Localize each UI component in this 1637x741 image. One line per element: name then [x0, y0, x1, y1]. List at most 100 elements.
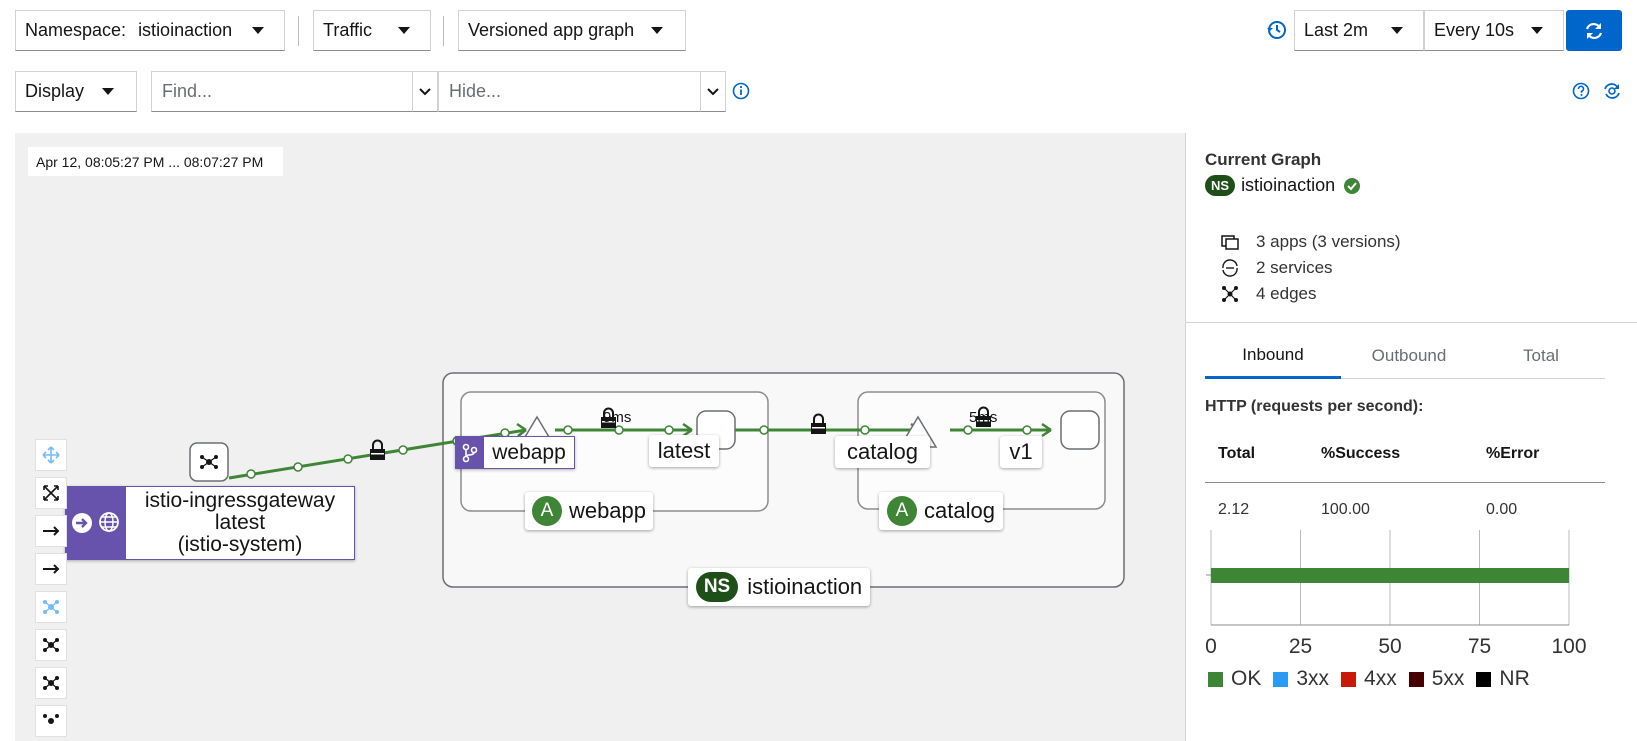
tick-label: 0 [1205, 635, 1217, 658]
apps-icon [1221, 235, 1239, 250]
cell-success: 100.00 [1321, 501, 1370, 518]
legend-label: 3xx [1296, 667, 1330, 690]
catalog-latency-label: 5ms [969, 409, 998, 426]
layout-tool-2[interactable] [35, 553, 67, 585]
branch-icon [462, 443, 478, 462]
refresh-interval-label: Every 10s [1434, 20, 1515, 40]
hide-input[interactable]: Hide... [438, 71, 701, 112]
col-header-total: Total [1218, 445, 1256, 462]
divider [1186, 322, 1637, 323]
layout-tool-4[interactable] [35, 629, 67, 661]
catalog-app-label[interactable]: A catalog [879, 492, 1003, 530]
topology-icon [43, 600, 59, 614]
arrow-right-icon [43, 564, 60, 574]
display-dropdown[interactable]: Display [15, 71, 137, 112]
replay-icon[interactable] [1602, 81, 1622, 101]
services-icon [1222, 259, 1238, 277]
panel-namespace[interactable]: NS istioinaction [1205, 175, 1361, 196]
help-icon[interactable] [1572, 82, 1590, 100]
check-circle-icon [1344, 177, 1361, 194]
hide-options-button[interactable] [700, 71, 726, 112]
legend-label: OK [1231, 667, 1262, 690]
catalog-version-label[interactable]: v1 [1000, 436, 1042, 468]
namespace-badge: NS [695, 572, 739, 602]
namespace-name: istioinaction [747, 574, 863, 599]
edges-icon [1222, 286, 1238, 302]
col-header-error: %Error [1486, 445, 1540, 462]
table-divider [1205, 482, 1605, 483]
legend-item[interactable]: 3xx [1273, 667, 1329, 691]
namespace-value: istioinaction [138, 20, 233, 40]
graph-type-dropdown[interactable]: Versioned app graph [458, 10, 686, 51]
traffic-label: Traffic [323, 20, 373, 40]
caret-down-icon [398, 27, 410, 34]
traffic-dropdown[interactable]: Traffic [313, 10, 431, 51]
graph-canvas[interactable]: Apr 12, 08:05:27 PM ... 08:07:27 PM 9ms … [15, 133, 1185, 741]
legend-swatch [1476, 671, 1492, 687]
legend-item[interactable]: OK [1208, 667, 1261, 691]
catalog-service-label[interactable]: catalog [835, 436, 930, 468]
chevron-down-icon [419, 87, 431, 95]
namespace-badge: NS [1205, 175, 1236, 196]
layout-tool-3[interactable] [35, 591, 67, 623]
legend-item[interactable]: NR [1476, 667, 1530, 691]
namespace-dropdown[interactable]: Namespace: istioinaction [15, 10, 285, 51]
info-icon[interactable] [732, 82, 750, 100]
chevron-down-icon [707, 87, 719, 95]
legend-item[interactable]: 4xx [1341, 667, 1397, 691]
app-badge: A [531, 496, 562, 526]
webapp-app-name: webapp [568, 498, 647, 523]
webapp-service-label[interactable]: webapp [455, 436, 575, 469]
tab-total[interactable]: Total [1477, 333, 1605, 379]
col-header-success: %Success [1321, 445, 1401, 462]
gateway-badge [66, 487, 126, 559]
time-range-dropdown[interactable]: Last 2m [1294, 10, 1424, 51]
globe-icon [98, 512, 119, 532]
refresh-interval-dropdown[interactable]: Every 10s [1424, 10, 1564, 51]
fit-tool[interactable] [35, 477, 67, 509]
move-icon [42, 446, 60, 464]
divider [443, 16, 444, 46]
services-count: 2 services [1256, 258, 1333, 277]
namespace-label[interactable]: NS istioinaction [688, 568, 870, 606]
summary-panel: Current Graph NS istioinaction 3 apps (3… [1185, 133, 1637, 741]
divider [298, 16, 299, 46]
webapp-version-label[interactable]: latest [649, 435, 719, 467]
gateway-namespace: (istio-system) [177, 533, 303, 556]
pan-tool[interactable] [35, 439, 67, 471]
legend-swatch [1408, 671, 1424, 687]
topology-icon [43, 676, 59, 690]
find-input[interactable]: Find... [151, 71, 413, 112]
layout-tool-1[interactable] [35, 515, 67, 547]
expand-icon [43, 485, 59, 501]
topology-icon [43, 638, 59, 652]
gateway-version: latest [214, 511, 266, 534]
chart-legend: OK 3xx 4xx 5xx NR [1208, 667, 1530, 691]
caret-down-icon [651, 27, 663, 34]
find-options-button[interactable] [412, 71, 438, 112]
edges-count: 4 edges [1256, 284, 1317, 303]
refresh-button[interactable] [1566, 10, 1622, 51]
legend-label: NR [1499, 667, 1530, 690]
cell-error: 0.00 [1486, 501, 1518, 518]
webapp-app-label[interactable]: A webapp [525, 492, 653, 530]
hide-placeholder: Hide... [449, 81, 502, 101]
legend-swatch [1208, 671, 1223, 687]
layout-tool-5[interactable] [35, 667, 67, 699]
tab-outbound[interactable]: Outbound [1341, 333, 1477, 379]
apps-count: 3 apps (3 versions) [1256, 232, 1401, 251]
gateway-label[interactable]: istio-ingressgateway latest (istio-syste… [65, 486, 355, 560]
legend-swatch [1341, 671, 1357, 687]
find-placeholder: Find... [162, 81, 213, 101]
time-range-label: Last 2m [1304, 20, 1369, 40]
legend-swatch [1273, 671, 1289, 687]
legend-item[interactable]: 5xx [1408, 667, 1464, 691]
history-icon[interactable] [1266, 19, 1288, 41]
tick-label: 75 [1468, 635, 1491, 658]
caret-down-icon [252, 27, 264, 34]
panel-namespace-name: istioinaction [1241, 175, 1336, 195]
layout-tool-6[interactable] [35, 705, 67, 737]
refresh-icon [1585, 22, 1603, 39]
tab-inbound[interactable]: Inbound [1205, 333, 1341, 379]
catalog-v1-node [1060, 410, 1100, 450]
